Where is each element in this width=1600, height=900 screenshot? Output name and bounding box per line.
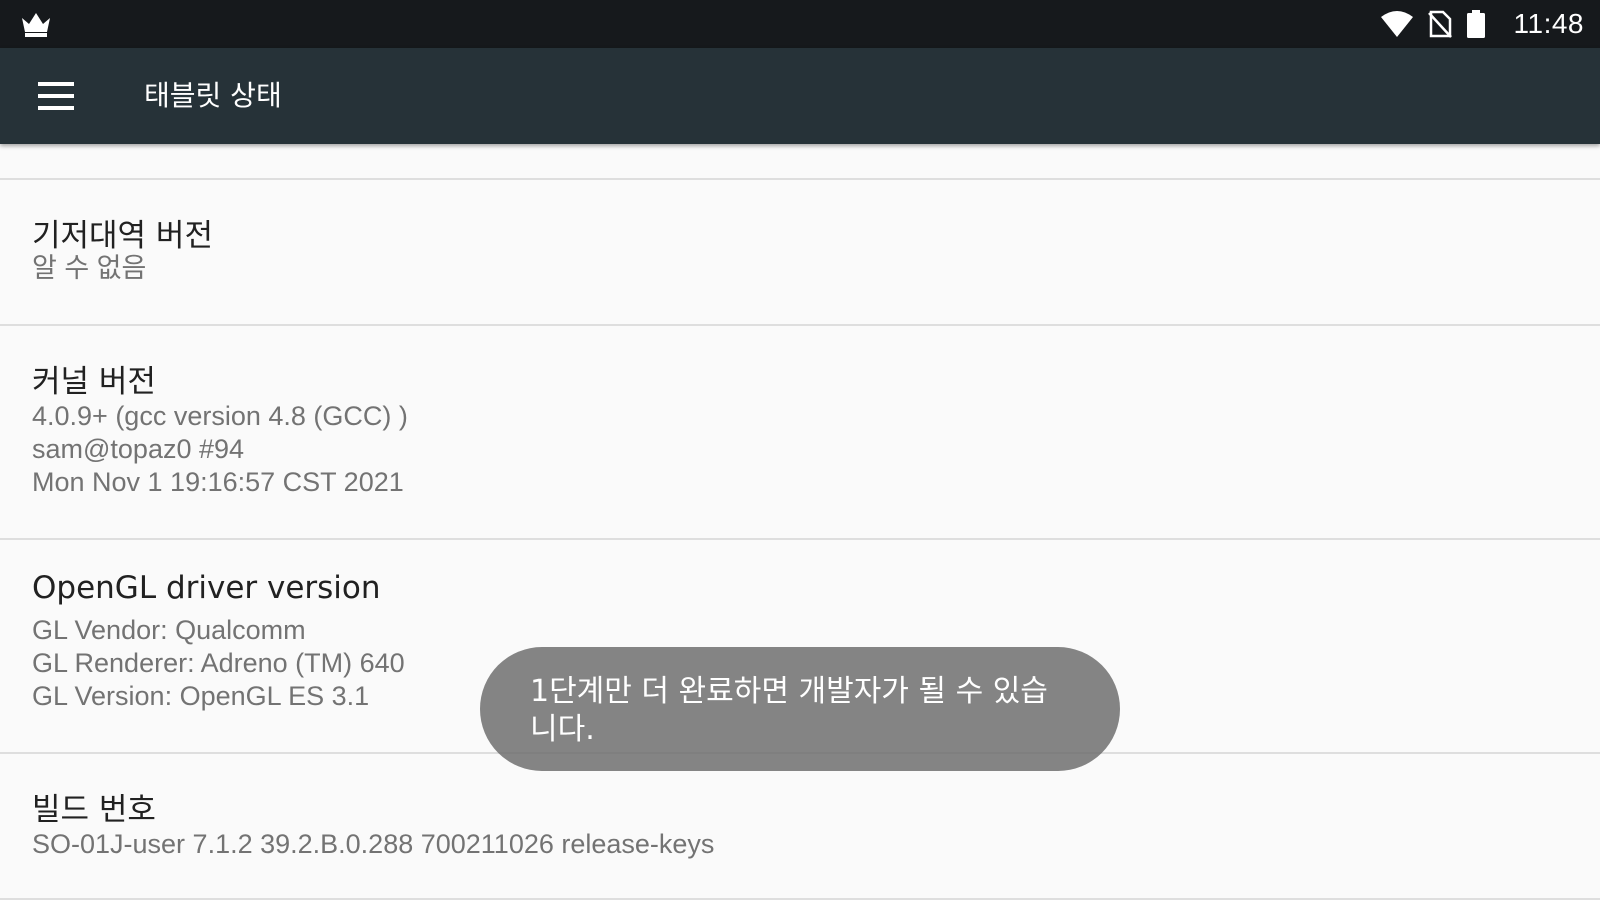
settings-list: 기저대역 버전 알 수 없음 커널 버전 4.0.9+ (gcc version…	[0, 144, 1600, 900]
toast-message: 1단계만 더 완료하면 개발자가 될 수 있습 니다.	[480, 647, 1120, 771]
item-title: 빌드 번호	[32, 792, 156, 828]
list-item-kernel[interactable]: 커널 버전 4.0.9+ (gcc version 4.8 (GCC) ) sa…	[0, 326, 1600, 538]
list-item-build-number[interactable]: 빌드 번호 SO-01J-user 7.1.2 39.2.B.0.288 700…	[0, 754, 1600, 898]
app-bar: 태블릿 상태	[0, 48, 1600, 144]
item-value-line: GL Renderer: Adreno (TM) 640	[32, 648, 405, 678]
list-item-baseband[interactable]: 기저대역 버전 알 수 없음	[0, 180, 1600, 324]
no-sim-icon	[1427, 10, 1452, 38]
item-value-line: GL Version: OpenGL ES 3.1	[32, 681, 370, 711]
item-value-line: 4.0.9+ (gcc version 4.8 (GCC) )	[32, 401, 408, 431]
toast-line: 니다.	[530, 712, 595, 747]
item-value-line: Mon Nov 1 19:16:57 CST 2021	[32, 467, 404, 497]
status-icons: 11:48	[1366, 0, 1585, 48]
item-title: 기저대역 버전	[32, 218, 213, 254]
item-value: SO-01J-user 7.1.2 39.2.B.0.288 700211026…	[32, 829, 715, 859]
hamburger-menu-icon[interactable]	[22, 68, 78, 124]
page-title: 태블릿 상태	[144, 79, 282, 112]
wifi-icon	[1380, 11, 1413, 37]
toast-line: 1단계만 더 완료하면 개발자가 될 수 있습	[530, 674, 1048, 709]
crown-icon	[22, 13, 50, 37]
item-title: OpenGL driver version	[32, 570, 381, 606]
status-bar: 11:48	[0, 0, 1600, 48]
item-title: 커널 버전	[32, 364, 156, 400]
status-clock: 11:48	[1513, 8, 1584, 39]
battery-icon	[1466, 10, 1485, 38]
item-value: 알 수 없음	[32, 253, 147, 283]
item-value-line: sam@topaz0 #94	[32, 434, 245, 464]
item-value-line: GL Vendor: Qualcomm	[32, 615, 306, 645]
